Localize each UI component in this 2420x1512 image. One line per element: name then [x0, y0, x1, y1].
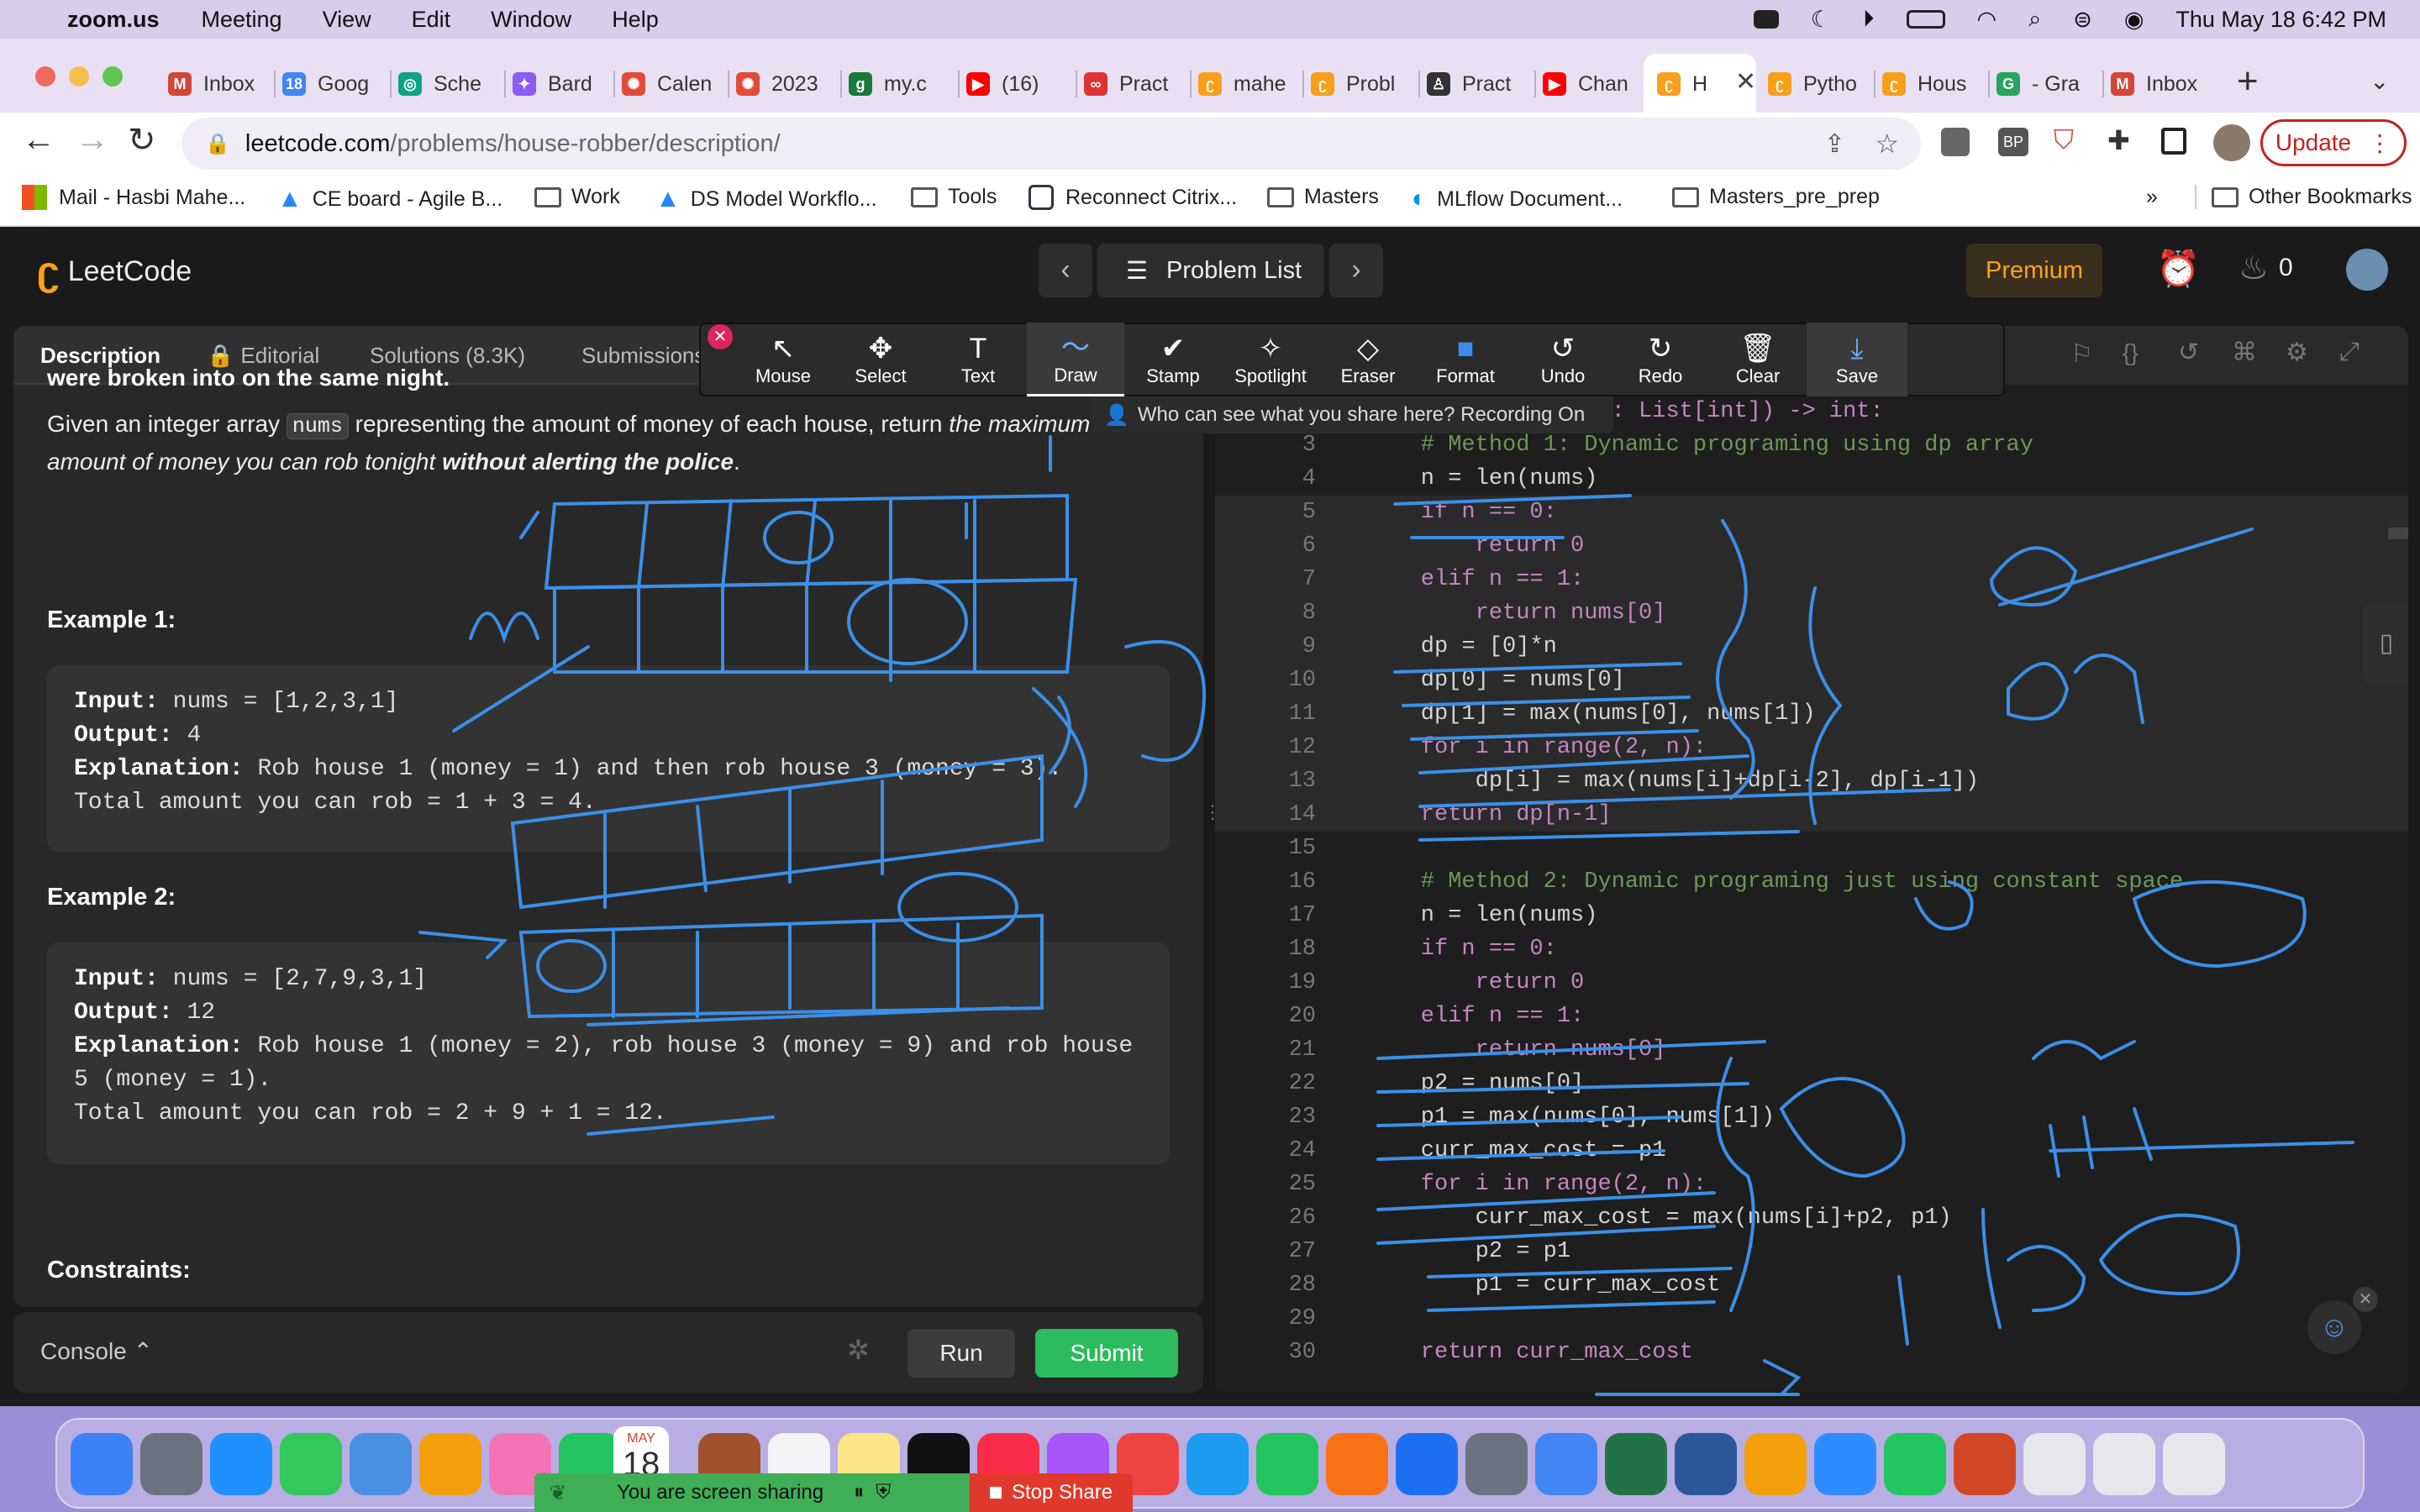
zoom-annotation-toolbar: ↖ Mouse ✥ Select T Text 〜 Draw ✔ Stamp ✧ Spotlight ◇… — [699, 323, 2005, 396]
stop-share-label: Stop Share — [1011, 1481, 1113, 1504]
zoom-tool-save[interactable]: ⤓ Save — [1807, 323, 1907, 396]
stamp-icon: ✔ — [1160, 333, 1186, 365]
dock-app-icon[interactable] — [1465, 1433, 1528, 1495]
mouse-icon: ↖ — [771, 333, 796, 365]
pause-icon[interactable]: ⏸ — [854, 1481, 864, 1504]
draw-icon: 〜 — [1061, 331, 1090, 364]
zoom-tool-label: Select — [855, 365, 907, 386]
stop-icon — [989, 1487, 1002, 1499]
dock-app-icon[interactable] — [1256, 1433, 1318, 1495]
eraser-icon: ◇ — [1356, 333, 1380, 365]
zoom-tool-label: Text — [960, 365, 996, 386]
dock-app-icon[interactable] — [280, 1433, 342, 1495]
clear-icon: 🗑 — [1739, 333, 1776, 365]
dock-app-icon[interactable] — [2163, 1433, 2225, 1495]
dock-app-icon[interactable] — [1884, 1433, 1946, 1495]
zoom-tool-text[interactable]: T Text — [929, 323, 1027, 396]
zoom-notice-text: Who can see what you share here? Recordi… — [1137, 403, 1586, 426]
dock-app-icon[interactable] — [419, 1433, 481, 1495]
dock-app-icon[interactable] — [1535, 1433, 1597, 1495]
zoom-tool-label: Clear — [1735, 365, 1781, 386]
annotation-strokes — [418, 435, 2354, 1396]
sharing-text: You are screen sharing — [617, 1481, 824, 1504]
dock-app-icon[interactable] — [140, 1433, 203, 1495]
zoom-sharing-notice[interactable]: 👤 Who can see what you share here? Record… — [1092, 396, 1613, 433]
dock-app-icon[interactable] — [1186, 1433, 1249, 1495]
zoom-tool-spotlight[interactable]: ✧ Spotlight — [1222, 323, 1319, 396]
zoom-tool-label: Redo — [1638, 365, 1683, 386]
dock-app-icon[interactable] — [1744, 1433, 1807, 1495]
zoom-tool-stamp[interactable]: ✔ Stamp — [1124, 323, 1222, 396]
redo-icon: ↻ — [1648, 333, 1673, 365]
leaf-icon: ❦ — [550, 1481, 567, 1504]
zoom-tool-select[interactable]: ✥ Select — [832, 323, 929, 396]
dock-app-icon[interactable] — [1814, 1433, 1876, 1495]
dock-app-icon[interactable] — [1954, 1433, 2016, 1495]
text-icon: T — [969, 333, 987, 365]
dock-app-icon[interactable] — [1605, 1433, 1667, 1495]
select-icon: ✥ — [868, 333, 893, 365]
dock-app-icon[interactable] — [1675, 1433, 1737, 1495]
macos-dock — [55, 1418, 2365, 1509]
zoom-tool-draw[interactable]: 〜 Draw — [1027, 323, 1124, 396]
stop-share-button[interactable]: Stop Share — [970, 1473, 1133, 1512]
zoom-tool-format[interactable]: ■ Format — [1417, 323, 1514, 396]
zoom-tool-label: Undo — [1540, 365, 1586, 386]
zoom-tool-label: Save — [1835, 365, 1879, 386]
zoom-tool-clear[interactable]: 🗑 Clear — [1709, 323, 1807, 396]
undo-icon: ↺ — [1550, 333, 1576, 365]
format-icon: ■ — [1456, 333, 1475, 365]
user-icon: 👤 — [1104, 403, 1129, 427]
zoom-tool-label: Draw — [1054, 364, 1097, 386]
sharing-status[interactable]: ❦ You are screen sharing ⏸ ⛨ — [534, 1473, 970, 1512]
zoom-tool-label: Stamp — [1146, 365, 1200, 386]
zoom-tool-label: Mouse — [755, 365, 812, 386]
dock-app-icon[interactable] — [2093, 1433, 2155, 1495]
dock-app-icon[interactable] — [350, 1433, 412, 1495]
zoom-tool-eraser[interactable]: ◇ Eraser — [1319, 323, 1417, 396]
zoom-tool-undo[interactable]: ↺ Undo — [1514, 323, 1612, 396]
zoom-tool-mouse[interactable]: ↖ Mouse — [734, 323, 832, 396]
shield-check-icon[interactable]: ⛨ — [876, 1481, 891, 1504]
screen-share-bar: ❦ You are screen sharing ⏸ ⛨ Stop Share — [534, 1473, 1133, 1512]
zoom-tool-redo[interactable]: ↻ Redo — [1612, 323, 1709, 396]
dock-app-icon[interactable] — [1396, 1433, 1458, 1495]
zoom-tool-label: Eraser — [1340, 365, 1396, 386]
dock-app-icon[interactable] — [1326, 1433, 1388, 1495]
spotlight-icon: ✧ — [1258, 333, 1283, 365]
annotation-ink-layer — [418, 435, 2354, 1396]
dock-app-icon[interactable] — [2023, 1433, 2086, 1495]
dock-app-icon[interactable] — [71, 1433, 133, 1495]
calendar-month: MAY — [627, 1431, 655, 1446]
zoom-tool-label: Format — [1436, 365, 1495, 386]
close-annotation-icon[interactable]: ✕ — [708, 324, 733, 349]
zoom-tool-label: Spotlight — [1234, 365, 1307, 386]
dock-app-icon[interactable] — [210, 1433, 272, 1495]
save-icon: ⤓ — [1850, 333, 1864, 365]
